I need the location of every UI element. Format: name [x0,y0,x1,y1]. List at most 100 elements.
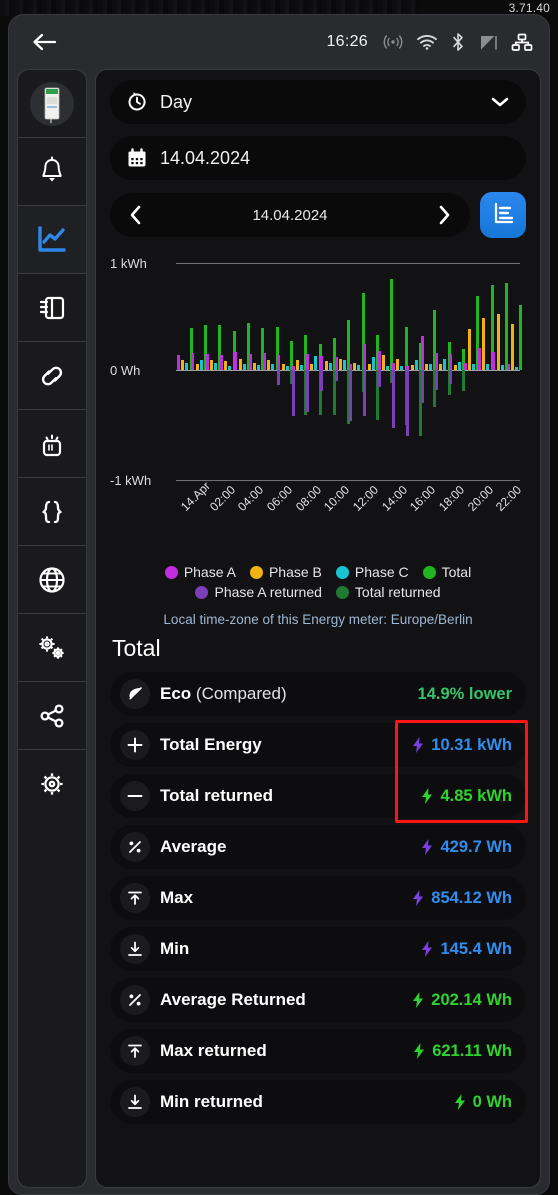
chart-bar [228,365,232,370]
lightning-bolt-icon [411,1042,427,1060]
stat-row[interactable]: Eco (Compared) 14.9% lower [110,672,526,716]
chart-bar [420,370,424,404]
chart-bar [424,363,428,370]
chart-bar [205,353,209,370]
chart-bar [338,359,342,370]
chart-bar [214,363,218,370]
chart-bar [435,352,438,370]
stat-value: 429.7 Wh [419,838,512,857]
chart-bar-group [219,252,236,502]
date-value: 14.04.2024 [160,147,251,168]
sidebar-item-alarms[interactable] [18,138,86,206]
sidebar-item-links[interactable] [18,342,86,410]
sidebar-item-io-terminals[interactable] [18,274,86,342]
bluetooth-icon [451,32,465,52]
chart-bar [324,361,328,370]
legend-swatch [422,565,436,579]
stat-row[interactable]: Average 429.7 Wh [110,825,526,869]
current-date-label: 14.04.2024 [252,206,328,224]
globe-icon [39,566,65,593]
chart-bar [220,355,223,370]
firmware-version: 3.71.40 [508,1,550,15]
stat-value: 145.4 Wh [419,940,512,959]
period-select[interactable]: Day [110,80,526,124]
wifi-icon [416,33,438,51]
chart-bar [334,370,338,381]
stat-value: 202.14 Wh [410,991,512,1010]
chart-bar-group [176,252,193,502]
chart-bar [328,362,332,370]
chart-bar [181,359,185,370]
stat-row[interactable]: Min returned 0 Wh [110,1080,526,1124]
legend-swatch [195,585,209,599]
sidebar-item-json[interactable] [18,478,86,546]
stat-value: 4.85 kWh [419,787,512,806]
legend-swatch [335,585,349,599]
sidebar-item-advanced-settings[interactable] [18,614,86,682]
chevron-right-icon[interactable] [432,204,456,226]
stat-row[interactable]: Max returned 621.11 Wh [110,1029,526,1073]
sidebar-item-button[interactable] [18,410,86,478]
chart-bar [392,370,395,428]
stat-label: Average [160,837,227,856]
legend-label: Total [441,564,472,580]
chart-bar [185,362,189,370]
date-field[interactable]: 14.04.2024 [110,136,526,180]
chart-bar [429,363,433,370]
chart-bar [386,365,390,370]
body: Day 14.04.2024 14.04.2024 1 kWh 0 Wh -1 … [9,69,549,1194]
arrow-up-bar-icon [120,1036,150,1066]
chart-bar [377,351,381,370]
sidebar-item-settings[interactable] [18,750,86,818]
chart-bar [177,354,180,370]
line-chart-icon [38,225,66,252]
sidebar-item-sharing[interactable] [18,682,86,750]
bell-icon [42,156,62,181]
chart-bar [343,359,347,370]
chevron-down-icon[interactable] [490,95,510,109]
legend-label: Total returned [354,584,441,600]
date-nav[interactable]: 14.04.2024 [110,193,470,237]
legend-item-total-returned: Total returned [335,584,441,600]
stat-row[interactable]: Total Energy 10.31 kWh [110,723,526,767]
chart-bar [392,362,395,370]
stat-row[interactable]: Max 854.12 Wh [110,876,526,920]
chart-bar [457,361,461,370]
chart-bar [486,363,490,370]
terminal-block-icon [39,296,65,319]
stat-row[interactable]: Average Returned 202.14 Wh [110,978,526,1022]
stat-row[interactable]: Total returned 4.85 kWh [110,774,526,818]
lightning-bolt-icon [410,889,426,907]
legend-label: Phase C [354,564,409,580]
sidebar-item-device[interactable] [18,70,86,138]
back-arrow-icon[interactable] [29,28,65,56]
chart-bar-group [305,252,322,502]
chevron-left-icon[interactable] [124,204,148,226]
chart-bar-group [319,252,336,502]
chart-bar-group [348,252,365,502]
chart-bar-group [233,252,250,502]
chart-bar-group [420,252,437,502]
network-icon [511,33,533,52]
chart-legend: Phase A Phase B Phase C Total Phase A re… [110,564,526,600]
chart-bar [496,314,500,370]
legend-row-primary: Phase A Phase B Phase C Total [110,564,526,580]
bar-chart-list-button[interactable] [480,192,526,238]
stats-list: Eco (Compared) 14.9% lower Total Energy 10.… [110,672,528,1124]
legend-item-phase-a-returned: Phase A returned [195,584,322,600]
sidebar-item-charts[interactable] [18,206,86,274]
legend-label: Phase A returned [214,584,322,600]
stat-row[interactable]: Min 145.4 Wh [110,927,526,971]
chart-bar-group [448,252,465,502]
sidebar [17,69,87,1188]
chart-bar [349,370,352,422]
chart-bar [357,364,361,370]
gear-icon [41,773,63,795]
legend-label: Phase A [183,564,236,580]
stat-value-text: 0 Wh [472,1092,512,1111]
sidebar-item-network-web[interactable] [18,546,86,614]
app-window: 16:26 Day 14.04.2024 14.04.2024 1 kWh 0 … [8,14,550,1195]
chart-bar [353,362,357,370]
stat-value: 10.31 kWh [410,736,512,755]
chart-bar [439,363,443,370]
